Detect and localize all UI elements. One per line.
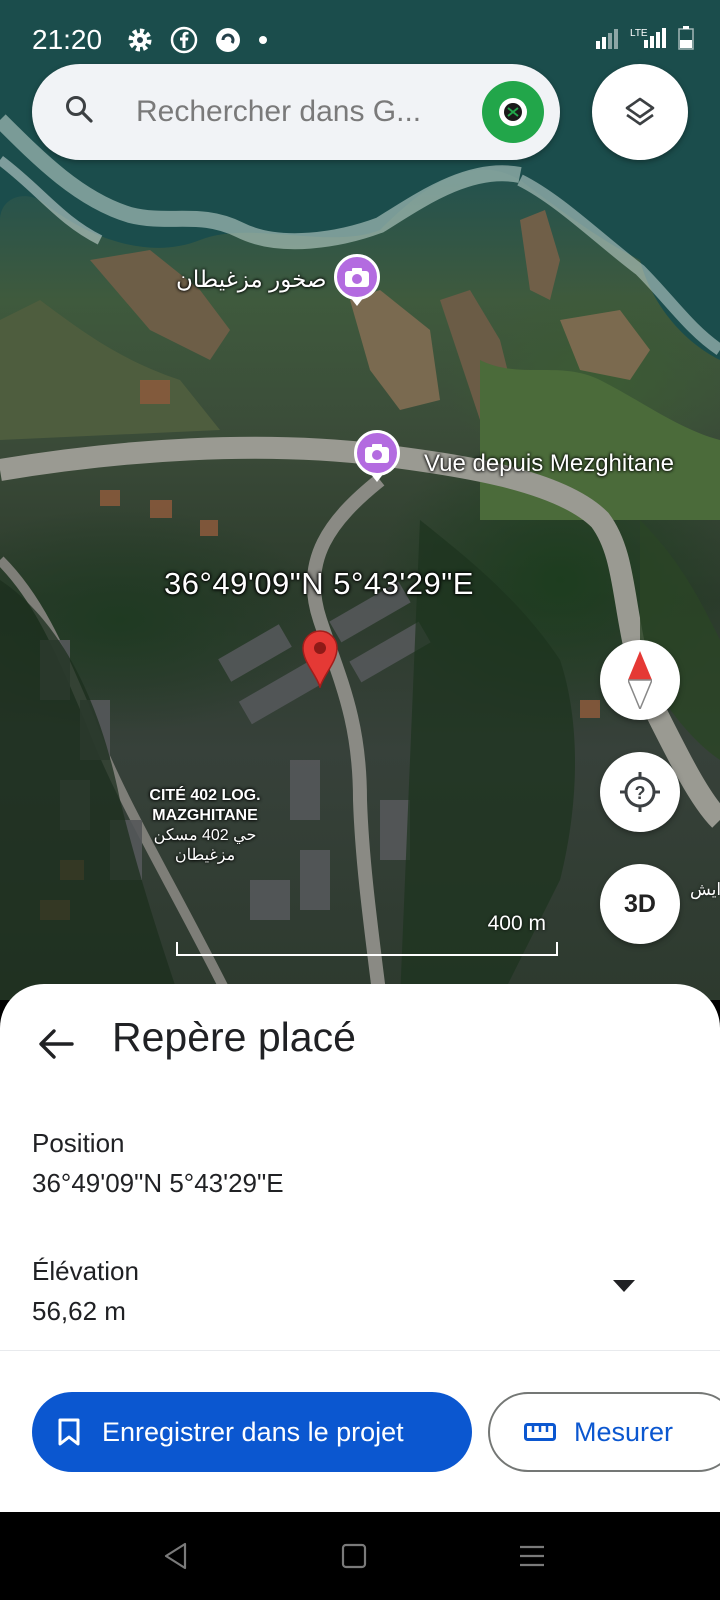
bottom-sheet: Repère placé Position 36°49'09"N 5°43'29… (0, 984, 720, 1512)
layers-button[interactable] (592, 64, 688, 160)
app-icon (216, 28, 240, 52)
svg-text:LTE: LTE (630, 28, 648, 39)
measure-button[interactable]: Mesurer (488, 1392, 720, 1472)
back-button[interactable] (32, 1020, 80, 1068)
3d-button[interactable]: 3D (600, 864, 680, 944)
signal-icon (596, 29, 618, 49)
dropped-pin-coordinates: 36°49'09"N 5°43'29"E (164, 566, 474, 601)
position-value[interactable]: 36°49'09"N 5°43'29"E (32, 1168, 284, 1199)
divider (0, 1350, 720, 1351)
my-location-button[interactable]: ? (600, 752, 680, 832)
location-unknown-icon: ? (620, 772, 660, 812)
ruler-icon (524, 1423, 556, 1441)
bookmark-icon (58, 1418, 80, 1446)
battery-icon (678, 26, 694, 50)
scale-line (176, 942, 558, 956)
search-icon[interactable] (64, 94, 94, 124)
sheet-title: Repère placé (112, 1014, 356, 1060)
cite-label-line1: CITÉ 402 LOG. (149, 787, 261, 804)
arrow-back-icon (39, 1029, 74, 1059)
facebook-icon (170, 26, 198, 54)
system-nav-bar (0, 1512, 720, 1600)
status-icons-left (126, 26, 268, 54)
camera-icon (365, 444, 389, 463)
expand-details-button[interactable] (604, 1266, 644, 1306)
nav-recents-button[interactable] (516, 1540, 548, 1572)
status-bar: 21:20 LTE (0, 0, 720, 74)
elevation-label: Élévation (32, 1256, 139, 1286)
compass-button[interactable] (600, 640, 680, 720)
search-input[interactable] (136, 86, 466, 138)
elevation-value: 56,62 m (32, 1296, 126, 1326)
save-to-project-label: Enregistrer dans le projet (102, 1416, 404, 1447)
nav-home-button[interactable] (338, 1540, 370, 1572)
dot-icon (259, 36, 267, 44)
lte-icon: LTE (630, 28, 666, 48)
account-avatar[interactable] (482, 81, 544, 143)
nav-menu-icon (520, 1545, 544, 1567)
status-icons-right: LTE (596, 26, 694, 50)
compass-icon (628, 651, 652, 709)
status-time: 21:20 (32, 24, 103, 55)
avatar-icon (499, 98, 527, 126)
map-label-edge: ايش (690, 880, 720, 899)
position-label: Position (32, 1128, 125, 1158)
camera-icon (345, 268, 369, 287)
map-label-rocks[interactable]: صخور مزغيطان (176, 266, 327, 293)
scale-label: 400 m (487, 912, 546, 935)
cite-label-line2: MAZGHITANE (152, 807, 258, 824)
gear-icon (128, 28, 152, 52)
cite-label-ar1: حي 402 مسكن (153, 827, 257, 844)
red-pin-icon (302, 630, 338, 690)
dropped-pin-marker[interactable] (302, 630, 338, 693)
svg-text:?: ? (635, 783, 646, 803)
nav-back-button[interactable] (160, 1540, 192, 1572)
photo-place-pin[interactable] (354, 430, 400, 482)
nav-back-icon (164, 1542, 187, 1570)
nav-home-icon (341, 1543, 367, 1569)
save-to-project-button[interactable]: Enregistrer dans le projet (32, 1392, 472, 1472)
map-label-cite[interactable]: CITÉ 402 LOG. MAZGHITANE حي 402 مسكن مزغ… (140, 786, 270, 866)
measure-label: Mesurer (574, 1416, 674, 1447)
photo-place-pin[interactable] (334, 254, 380, 306)
caret-down-icon (613, 1280, 635, 1292)
cite-label-ar2: مزغيطان (174, 847, 236, 864)
search-bar[interactable] (32, 64, 560, 160)
layers-icon (625, 97, 655, 126)
map-label-viewpoint[interactable]: Vue depuis Mezghitane (424, 450, 674, 478)
